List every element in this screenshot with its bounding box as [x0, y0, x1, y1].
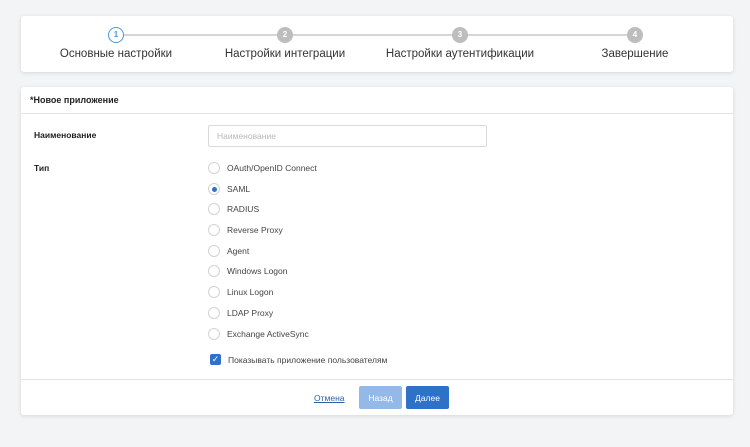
step-2-circle: 2: [277, 27, 293, 43]
back-button[interactable]: Назад: [359, 386, 402, 409]
radio-agent[interactable]: [208, 245, 220, 257]
type-option-exchange-activesync[interactable]: Exchange ActiveSync: [208, 327, 309, 341]
radio-radius[interactable]: [208, 203, 220, 215]
radio-linux-logon[interactable]: [208, 286, 220, 298]
stepper-panel: 1 Основные настройки 2 Настройки интегра…: [21, 16, 733, 72]
new-application-form: *Новое приложение Наименование Тип OAuth…: [21, 87, 733, 415]
name-input[interactable]: [208, 125, 487, 147]
form-title: *Новое приложение: [21, 87, 733, 114]
type-option-label: Exchange ActiveSync: [227, 329, 309, 339]
type-option-windows-logon[interactable]: Windows Logon: [208, 264, 287, 278]
show-to-users-checkbox[interactable]: ✓: [210, 354, 221, 365]
type-option-label: SAML: [227, 184, 251, 194]
cancel-link[interactable]: Отмена: [314, 393, 345, 403]
stepper-line: [116, 34, 642, 36]
radio-reverse-proxy[interactable]: [208, 224, 220, 236]
radio-ldap-proxy[interactable]: [208, 307, 220, 319]
type-option-label: RADIUS: [227, 204, 260, 214]
type-option-label: OAuth/OpenID Connect: [227, 163, 317, 173]
step-2-label: Настройки интеграции: [224, 48, 346, 60]
type-option-linux-logon[interactable]: Linux Logon: [208, 285, 273, 299]
type-option-label: Windows Logon: [227, 266, 288, 276]
type-label: Тип: [34, 163, 50, 173]
type-option-saml[interactable]: SAML: [208, 182, 250, 196]
type-option-agent[interactable]: Agent: [208, 244, 249, 258]
footer-divider: [21, 379, 733, 380]
radio-exchange-activesync[interactable]: [208, 328, 220, 340]
radio-saml[interactable]: [208, 183, 220, 195]
type-option-label: Reverse Proxy: [227, 225, 283, 235]
checkmark-icon: ✓: [211, 354, 220, 364]
next-button[interactable]: Далее: [406, 386, 449, 409]
name-label: Наименование: [34, 130, 97, 140]
step-3-circle: 3: [452, 27, 468, 43]
radio-oauth[interactable]: [208, 162, 220, 174]
type-option-radius[interactable]: RADIUS: [208, 202, 259, 216]
stepper: 1 Основные настройки 2 Настройки интегра…: [21, 16, 733, 72]
type-option-label: Linux Logon: [227, 287, 274, 297]
show-to-users-option[interactable]: ✓ Показывать приложение пользователям: [210, 354, 387, 365]
type-option-reverse-proxy[interactable]: Reverse Proxy: [208, 223, 283, 237]
step-4-circle: 4: [627, 27, 643, 43]
type-option-ldap-proxy[interactable]: LDAP Proxy: [208, 306, 273, 320]
type-option-label: LDAP Proxy: [227, 308, 274, 318]
radio-windows-logon[interactable]: [208, 265, 220, 277]
type-option-label: Agent: [227, 246, 250, 256]
step-4-label: Завершение: [601, 48, 669, 60]
step-3-label: Настройки аутентификации: [385, 48, 535, 60]
type-option-oauth[interactable]: OAuth/OpenID Connect: [208, 161, 317, 175]
show-to-users-label: Показывать приложение пользователям: [228, 354, 388, 365]
step-1-circle: 1: [108, 27, 124, 43]
